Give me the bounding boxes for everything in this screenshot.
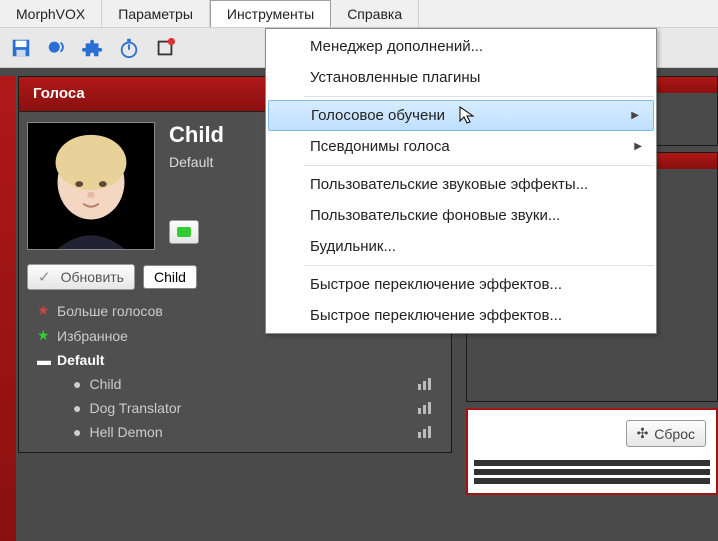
dd-custom-bg-sounds[interactable]: Пользовательские фоновые звуки... xyxy=(266,200,656,231)
voice-icon[interactable] xyxy=(42,33,72,63)
signal-icon xyxy=(418,378,437,390)
instruments-dropdown: Менеджер дополнений... Установленные пла… xyxy=(265,28,657,334)
right-panel-3: ✣ Сброс xyxy=(466,408,718,495)
dd-addon-manager[interactable]: Менеджер дополнений... xyxy=(266,31,656,62)
bullet-icon: ● xyxy=(73,400,81,416)
avatar xyxy=(27,122,155,250)
reset-label: Сброс xyxy=(654,426,695,442)
reset-button[interactable]: ✣ Сброс xyxy=(626,420,706,447)
signal-icon xyxy=(418,402,437,414)
star-icon: ★ xyxy=(37,302,49,319)
dd-label: Псевдонимы голоса xyxy=(310,138,450,155)
star-icon: ★ xyxy=(37,327,49,344)
dd-label: Пользовательские фоновые звуки... xyxy=(310,207,560,224)
list-item[interactable]: ● Child xyxy=(33,372,437,396)
menu-morphvox[interactable]: MorphVOX xyxy=(0,0,102,27)
menu-parameters[interactable]: Параметры xyxy=(102,0,210,27)
check-icon: ✓ xyxy=(38,268,51,286)
menu-help[interactable]: Справка xyxy=(331,0,419,27)
favorites-label: Избранное xyxy=(57,328,128,344)
submenu-arrow-icon: ▶ xyxy=(634,141,642,152)
exit-icon[interactable] xyxy=(150,33,180,63)
default-group-label: Default xyxy=(57,352,104,368)
dd-custom-sound-fx[interactable]: Пользовательские звуковые эффекты... xyxy=(266,169,656,200)
dd-separator xyxy=(304,165,654,166)
list-item[interactable]: ● Dog Translator xyxy=(33,396,437,420)
update-button[interactable]: ✓ Обновить xyxy=(27,264,135,290)
dd-alarm[interactable]: Будильник... xyxy=(266,231,656,262)
slider-track[interactable] xyxy=(474,460,710,466)
puzzle-icon[interactable] xyxy=(78,33,108,63)
more-voices-label: Больше голосов xyxy=(57,303,163,319)
dd-separator xyxy=(304,96,654,97)
menubar: MorphVOX Параметры Инструменты Справка xyxy=(0,0,718,28)
dd-installed-plugins[interactable]: Установленные плагины xyxy=(266,62,656,93)
target-icon: ✣ xyxy=(637,425,649,442)
voice-select[interactable]: Child xyxy=(143,265,197,289)
dd-label: Будильник... xyxy=(310,238,396,255)
dd-separator xyxy=(304,265,654,266)
bullet-icon: ● xyxy=(73,376,81,392)
dd-label: Голосовое обучени xyxy=(311,107,445,124)
dd-quick-switch-fx-2[interactable]: Быстрое переключение эффектов... xyxy=(266,300,656,331)
dd-voice-aliases[interactable]: Псевдонимы голоса ▶ xyxy=(266,131,656,162)
menu-instruments[interactable]: Инструменты xyxy=(210,0,331,27)
dd-label: Быстрое переключение эффектов... xyxy=(310,276,562,293)
list-item-label: Child xyxy=(89,376,121,392)
dd-quick-switch-fx-1[interactable]: Быстрое переключение эффектов... xyxy=(266,269,656,300)
stopwatch-icon[interactable] xyxy=(114,33,144,63)
list-item-label: Hell Demon xyxy=(89,424,162,440)
dd-label: Пользовательские звуковые эффекты... xyxy=(310,176,588,193)
save-icon[interactable] xyxy=(6,33,36,63)
submenu-arrow-icon: ▶ xyxy=(631,110,639,121)
list-item-label: Dog Translator xyxy=(89,400,181,416)
status-toggle[interactable] xyxy=(169,220,199,244)
red-edge xyxy=(0,76,16,541)
default-group-row[interactable]: ▬ Default xyxy=(33,348,437,372)
slider-track[interactable] xyxy=(474,478,710,484)
list-item[interactable]: ● Hell Demon xyxy=(33,420,437,444)
bullet-icon: ● xyxy=(73,424,81,440)
collapse-icon[interactable]: ▬ xyxy=(37,352,49,368)
dd-voice-training[interactable]: Голосовое обучени ▶ xyxy=(268,100,654,131)
update-label: Обновить xyxy=(61,269,124,285)
dd-label: Установленные плагины xyxy=(310,69,480,86)
dd-label: Быстрое переключение эффектов... xyxy=(310,307,562,324)
cursor-icon xyxy=(458,105,478,125)
slider-track[interactable] xyxy=(474,469,710,475)
dd-label: Менеджер дополнений... xyxy=(310,38,483,55)
signal-icon xyxy=(418,426,437,438)
